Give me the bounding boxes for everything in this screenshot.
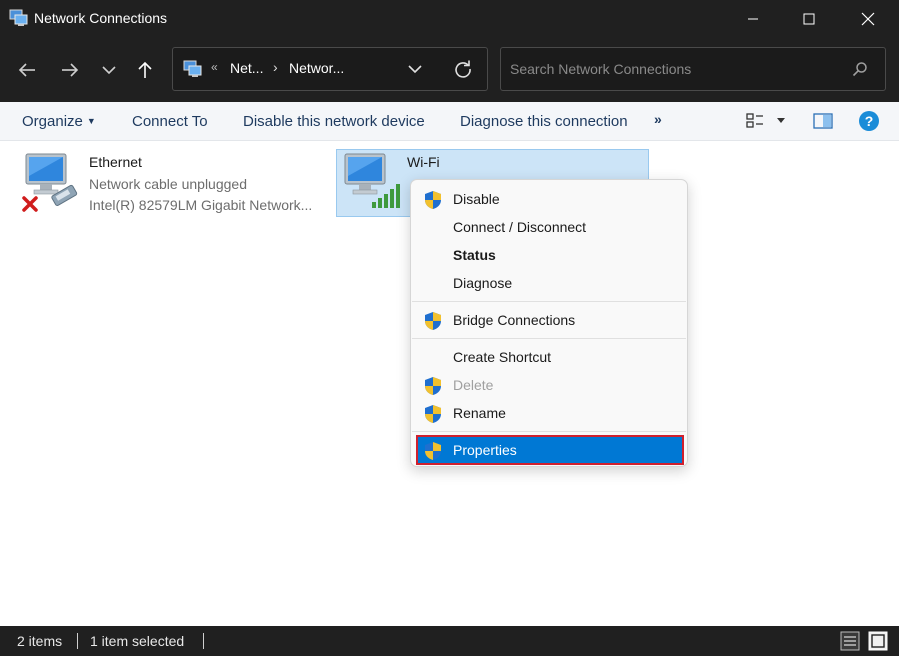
command-bar: Organize ▼ Connect To Disable this networ…: [0, 102, 899, 141]
menu-item-properties[interactable]: Properties: [416, 435, 684, 465]
navigation-bar: « Net... › Networ...: [0, 37, 899, 102]
breadcrumb-item[interactable]: Networ...: [289, 60, 344, 76]
breadcrumb-separator[interactable]: ›: [273, 59, 278, 75]
menu-item-label: Bridge Connections: [453, 312, 576, 328]
menu-item-delete: Delete: [417, 371, 683, 399]
menu-item-diagnose[interactable]: Diagnose: [417, 269, 683, 297]
address-bar[interactable]: « Net... › Networ...: [172, 47, 488, 91]
help-icon[interactable]: ?: [858, 110, 880, 132]
details-view-icon[interactable]: [840, 631, 860, 651]
connect-to-button[interactable]: Connect To: [132, 113, 208, 130]
breadcrumb-overflow[interactable]: «: [211, 60, 218, 74]
item-name: Wi-Fi: [407, 154, 440, 170]
breadcrumb-item[interactable]: Net...: [230, 60, 263, 76]
menu-separator: [412, 338, 686, 339]
large-icons-view-icon[interactable]: [868, 631, 888, 651]
view-options-icon[interactable]: [745, 111, 765, 131]
preview-pane-icon[interactable]: [812, 111, 834, 131]
organize-button[interactable]: Organize ▼: [22, 113, 96, 130]
search-box[interactable]: [500, 47, 886, 91]
list-item-ethernet[interactable]: Ethernet Network cable unplugged Intel(R…: [20, 150, 330, 216]
svg-text:?: ?: [865, 113, 874, 129]
uac-shield-icon: [425, 312, 441, 330]
menu-item-label: Properties: [453, 442, 517, 458]
wifi-adapter-icon: [344, 153, 400, 208]
search-input[interactable]: [510, 58, 840, 80]
forward-button[interactable]: [55, 55, 85, 85]
up-button[interactable]: [130, 55, 160, 85]
item-device: Intel(R) 82579LM Gigabit Network...: [89, 197, 313, 213]
recent-chevron-icon: [102, 66, 116, 75]
uac-shield-icon: [425, 405, 441, 423]
context-menu: Disable Connect / Disconnect Status Diag…: [410, 179, 688, 467]
menu-item-label: Connect / Disconnect: [453, 219, 587, 235]
menu-separator: [412, 431, 686, 432]
item-status: Network cable unplugged: [89, 176, 247, 192]
maximize-icon: [803, 13, 815, 24]
uac-shield-icon: [425, 377, 441, 395]
network-connections-icon: [9, 9, 28, 26]
uac-shield-icon: [425, 191, 441, 209]
minimize-icon: [748, 18, 758, 19]
recent-locations-button[interactable]: [94, 55, 124, 85]
close-icon: [861, 12, 875, 25]
refresh-icon[interactable]: [453, 59, 473, 79]
menu-item-label: Status: [453, 247, 496, 263]
maximize-button[interactable]: [781, 0, 837, 37]
ethernet-adapter-icon: [22, 153, 78, 212]
menu-item-bridge-connections[interactable]: Bridge Connections: [417, 306, 683, 334]
status-divider: [77, 633, 78, 649]
menu-item-label: Rename: [453, 405, 506, 421]
menu-item-disable[interactable]: Disable: [417, 185, 683, 213]
window-title: Network Connections: [34, 10, 168, 26]
up-arrow-icon: [138, 61, 152, 78]
menu-separator: [412, 301, 686, 302]
chevron-down-icon: ▼: [86, 116, 96, 126]
item-name: Ethernet: [89, 154, 142, 170]
selection-count: 1 item selected: [90, 633, 185, 649]
diagnose-button[interactable]: Diagnose this connection: [460, 113, 628, 130]
title-bar: Network Connections: [0, 0, 899, 37]
search-icon[interactable]: [852, 61, 868, 77]
menu-item-status[interactable]: Status: [417, 241, 683, 269]
network-connections-icon: [183, 60, 202, 77]
forward-arrow-icon: [62, 63, 79, 77]
close-button[interactable]: [840, 0, 896, 37]
item-count: 2 items: [17, 633, 63, 649]
organize-label: Organize: [22, 113, 83, 130]
view-options-chevron-icon[interactable]: [776, 117, 786, 125]
status-divider: [203, 633, 204, 649]
minimize-button[interactable]: [725, 0, 781, 37]
menu-item-label: Delete: [453, 377, 494, 393]
menu-item-label: Create Shortcut: [453, 349, 552, 365]
more-commands-button[interactable]: »: [654, 111, 662, 127]
menu-item-rename[interactable]: Rename: [417, 399, 683, 427]
menu-item-label: Diagnose: [453, 275, 513, 291]
uac-shield-icon: [425, 442, 441, 460]
back-button[interactable]: [12, 55, 42, 85]
disable-device-button[interactable]: Disable this network device: [243, 113, 425, 130]
menu-item-create-shortcut[interactable]: Create Shortcut: [417, 343, 683, 371]
address-dropdown-icon[interactable]: [407, 61, 423, 77]
menu-item-connect-disconnect[interactable]: Connect / Disconnect: [417, 213, 683, 241]
back-arrow-icon: [18, 63, 35, 77]
menu-item-label: Disable: [453, 191, 500, 207]
status-bar: 2 items 1 item selected: [0, 626, 899, 656]
